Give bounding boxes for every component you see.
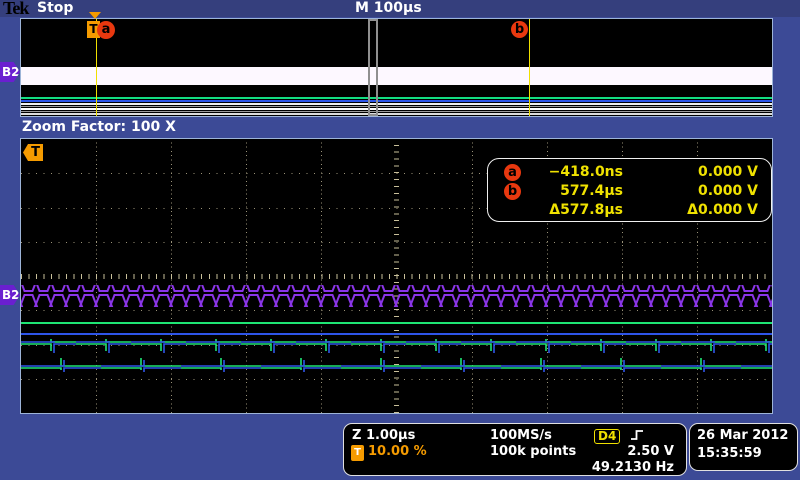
cursor-a-marker[interactable]: a xyxy=(97,21,115,39)
rising-edge-icon xyxy=(630,428,644,444)
cursor-a-voltage: 0.000 V xyxy=(698,164,758,180)
trigger-source-badge: D4 xyxy=(594,429,621,444)
cursor-delta-voltage: Δ0.000 V xyxy=(687,202,758,218)
bus-b2-label-overview[interactable]: B2 xyxy=(0,62,20,82)
overview-digital-trace xyxy=(21,106,772,107)
overview-digital-trace xyxy=(21,103,772,105)
tek-logo: Tek xyxy=(3,0,29,18)
trigger-level-readout: 2.50 V xyxy=(627,444,674,459)
record-length-readout: 100k points xyxy=(490,444,577,459)
overview-analog-trace-blue xyxy=(21,100,772,102)
trace-blue-square-fast xyxy=(21,341,772,353)
acquisition-status: Stop xyxy=(37,0,74,16)
timebase-readout: M 100µs xyxy=(355,0,422,16)
cursor-b-line[interactable] xyxy=(529,19,530,116)
oscilloscope-screen: Tek Stop M 100µs B2 T a b Zoom Factor: 1… xyxy=(0,0,800,480)
zoom-window-indicator[interactable] xyxy=(368,19,378,116)
cursor-delta-time: Δ577.8µs xyxy=(549,202,623,218)
cursor-b-voltage: 0.000 V xyxy=(698,183,758,199)
time-readout: 15:35:59 xyxy=(697,446,762,461)
trigger-t-icon: T xyxy=(351,445,364,461)
trace-blue-square-slow xyxy=(21,360,772,372)
bus-b2-label-main[interactable]: B2 xyxy=(0,285,20,305)
overview-digital-trace xyxy=(21,113,772,115)
cursor-b-badge-icon: b xyxy=(504,183,521,200)
datetime-panel: 26 Mar 2012 15:35:59 xyxy=(689,423,798,471)
overview-waveform-window xyxy=(20,18,773,117)
cursor-b-marker[interactable]: b xyxy=(511,21,528,38)
cursor-b-row: b 577.4µs 0.000 V xyxy=(488,183,771,200)
zoom-scale-readout: Z 1.00µs xyxy=(352,428,416,443)
trigger-frequency-readout: 49.2130 Hz xyxy=(591,460,674,475)
cursor-a-row: a −418.0ns 0.000 V xyxy=(488,164,771,181)
overview-digital-trace xyxy=(21,108,772,110)
cursor-a-badge-icon: a xyxy=(504,164,521,181)
top-status-bar: Tek Stop M 100µs xyxy=(0,0,800,18)
trigger-position-caret-icon xyxy=(89,12,101,19)
sample-rate-readout: 100MS/s xyxy=(490,428,552,443)
cursor-readout-panel: a −418.0ns 0.000 V b 577.4µs 0.000 V Δ57… xyxy=(487,158,772,222)
overview-digital-trace xyxy=(21,111,772,112)
cursor-b-time: 577.4µs xyxy=(560,183,623,199)
zoom-factor-label: Zoom Factor: 100 X xyxy=(22,119,176,135)
cursor-delta-row: Δ577.8µs Δ0.000 V xyxy=(488,202,771,219)
overview-analog-trace-green xyxy=(21,97,772,99)
cursor-a-time: −418.0ns xyxy=(548,164,623,180)
date-readout: 26 Mar 2012 xyxy=(697,428,789,443)
bus-b2-waveform xyxy=(21,285,772,307)
trigger-position-readout: 10.00 % xyxy=(368,444,427,459)
status-panel: Z 1.00µs 100MS/s D4 T 10.00 % 100k point… xyxy=(343,423,687,476)
overview-bus-band xyxy=(21,67,772,85)
